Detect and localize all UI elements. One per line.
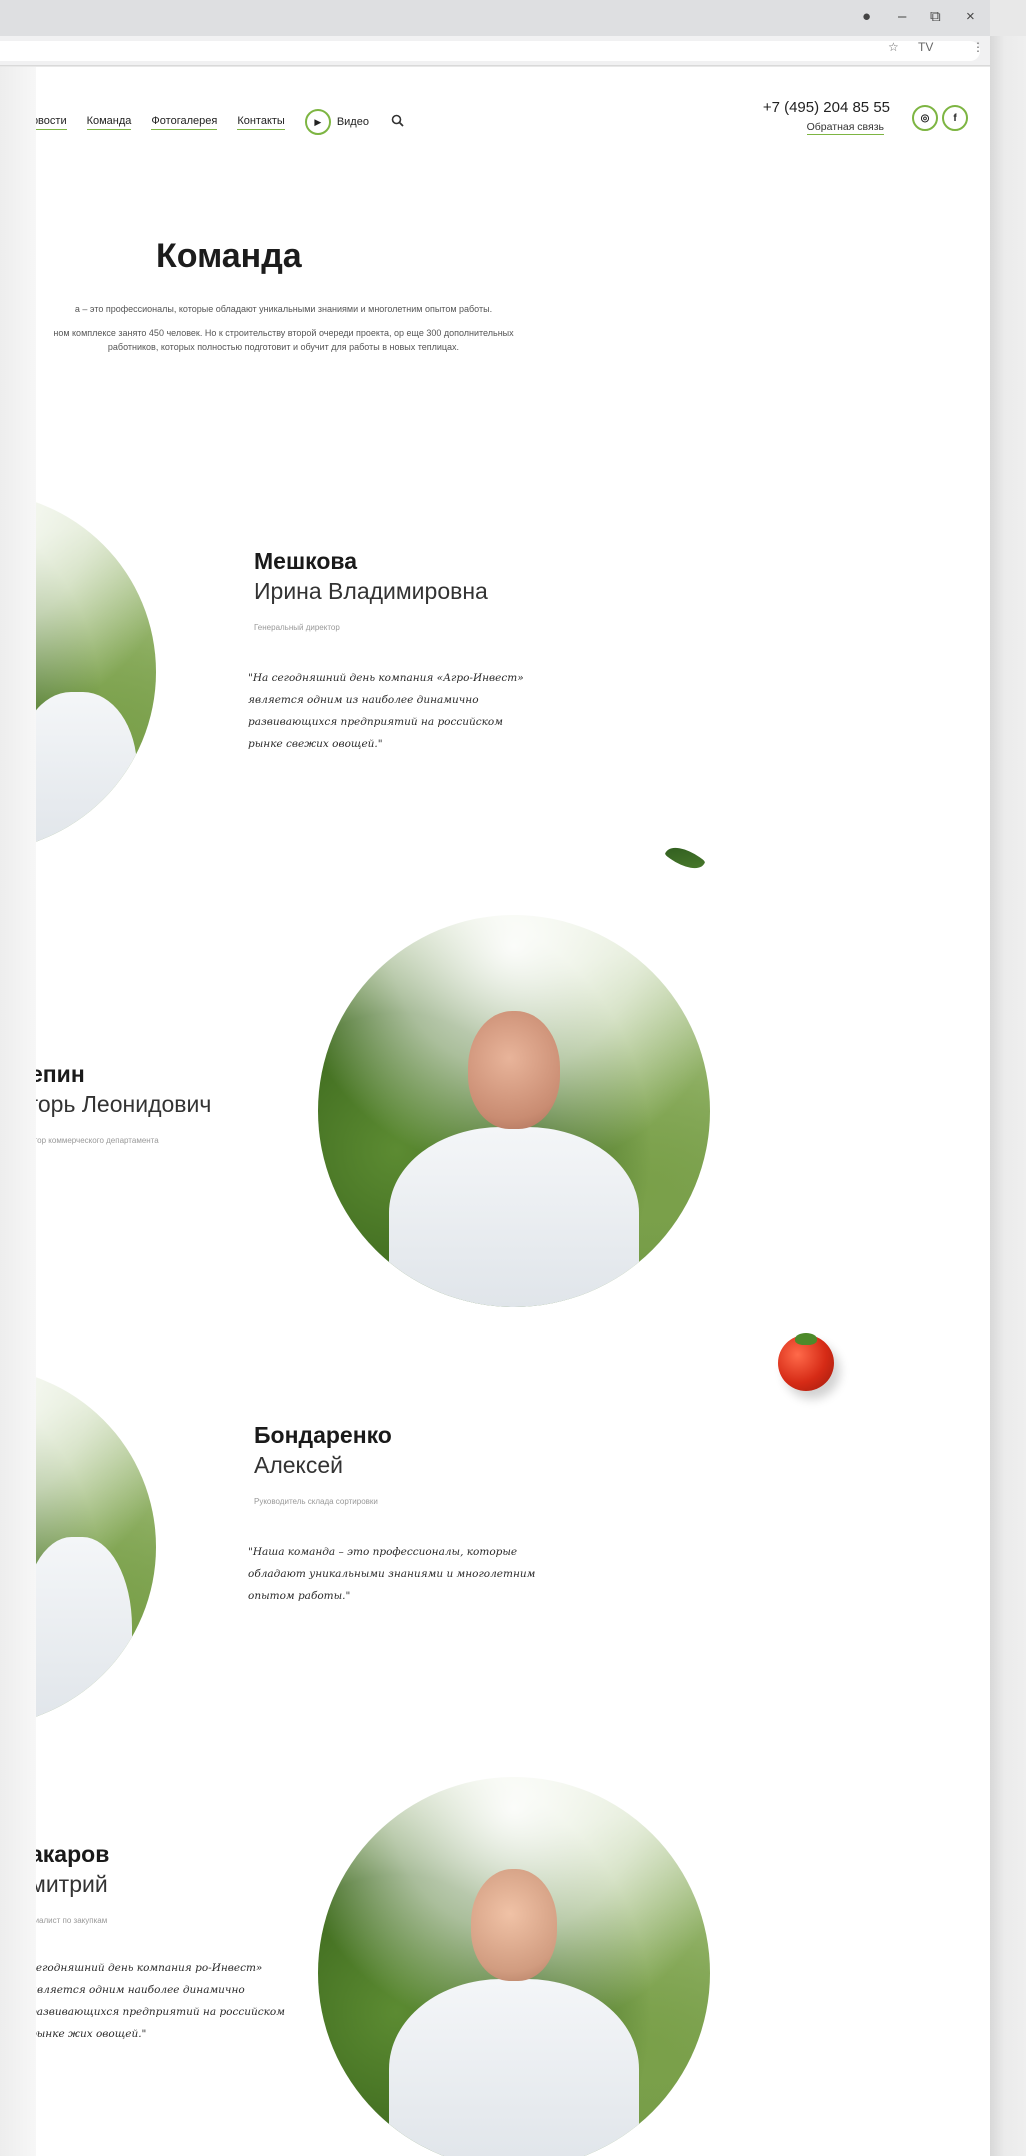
- person-head: [471, 1869, 557, 1981]
- team-photo-meshkova: [36, 492, 156, 852]
- address-bar: [0, 36, 990, 66]
- minimize-button[interactable]: –: [898, 8, 906, 25]
- member-role: Руководитель склада сортировки: [254, 1497, 378, 1506]
- url-field[interactable]: [0, 41, 980, 61]
- browser-menu-icon[interactable]: ⋮: [972, 40, 984, 54]
- person-coat: [389, 1979, 639, 2156]
- tomato-stem: [795, 1333, 817, 1345]
- member-role: циалист по закупкам: [36, 1916, 108, 1925]
- profile-icon[interactable]: ●: [862, 8, 871, 25]
- member-first-name: митрий: [36, 1871, 108, 1897]
- phone-number[interactable]: +7 (495) 204 85 55: [763, 99, 890, 116]
- member-role: ктор коммерческого департамента: [36, 1136, 159, 1145]
- intro-text: а – это профессионалы, которые обладают …: [36, 302, 531, 364]
- member-quote: "Наша команда – это профессионалы, котор…: [248, 1546, 536, 1602]
- intro-paragraph-2: ном комплексе занято 450 человек. Но к с…: [53, 328, 514, 352]
- member-first-name: Алексей: [254, 1452, 344, 1478]
- bookmark-star-icon[interactable]: ☆: [888, 40, 899, 54]
- page-right-gutter: [990, 36, 1026, 2156]
- member-quote: сегодняшний день компания ро-Инвест» явл…: [36, 1962, 285, 2040]
- team-photo-bondarenko: [36, 1367, 156, 1727]
- play-icon: ▶: [304, 109, 331, 135]
- page-left-edge: [0, 67, 36, 2156]
- member-first-name: Ирина Владимировна: [254, 578, 488, 604]
- member-last-name: акаров: [36, 1841, 110, 1867]
- nav-link-contacts[interactable]: Контакты: [237, 115, 285, 130]
- person-coat: [389, 1127, 639, 1307]
- page-title: Команда: [156, 237, 302, 275]
- close-button[interactable]: ×: [966, 8, 975, 25]
- person-coat: [36, 1537, 132, 1727]
- nav-link-gallery[interactable]: Фотогалерея: [151, 115, 218, 130]
- person-head: [468, 1011, 560, 1129]
- member-last-name: епин: [36, 1061, 85, 1087]
- main-nav: Новости Команда Фотогалерея Контакты ▶ В…: [36, 109, 404, 135]
- maximize-button[interactable]: ⧉: [930, 8, 941, 25]
- nav-link-news[interactable]: Новости: [36, 115, 67, 130]
- callback-link[interactable]: Обратная связь: [806, 121, 884, 135]
- member-role: Генеральный директор: [254, 623, 340, 632]
- video-button[interactable]: ▶ Видео: [304, 109, 369, 135]
- web-page: Новости Команда Фотогалерея Контакты ▶ В…: [36, 67, 990, 2156]
- person-coat: [36, 692, 137, 852]
- team-photo-2: [318, 915, 710, 1307]
- member-quote: "На сегодняшний день компания «Агро-Инве…: [248, 672, 524, 750]
- nav-link-team[interactable]: Команда: [86, 115, 132, 130]
- basil-leaf-decoration: [664, 839, 706, 877]
- video-label: Видео: [336, 116, 369, 128]
- browser-title-bar: [0, 0, 990, 36]
- member-last-name: Мешкова: [254, 548, 358, 574]
- team-photo-4: [318, 1777, 710, 2156]
- extension-icon[interactable]: TV: [918, 40, 933, 54]
- intro-paragraph-1: а – это профессионалы, которые обладают …: [74, 304, 493, 314]
- instagram-icon[interactable]: ◎: [912, 105, 938, 131]
- facebook-icon[interactable]: f: [942, 105, 968, 131]
- search-icon[interactable]: [391, 114, 404, 130]
- member-first-name: горь Леонидович: [36, 1091, 212, 1117]
- member-last-name: Бондаренко: [254, 1422, 392, 1448]
